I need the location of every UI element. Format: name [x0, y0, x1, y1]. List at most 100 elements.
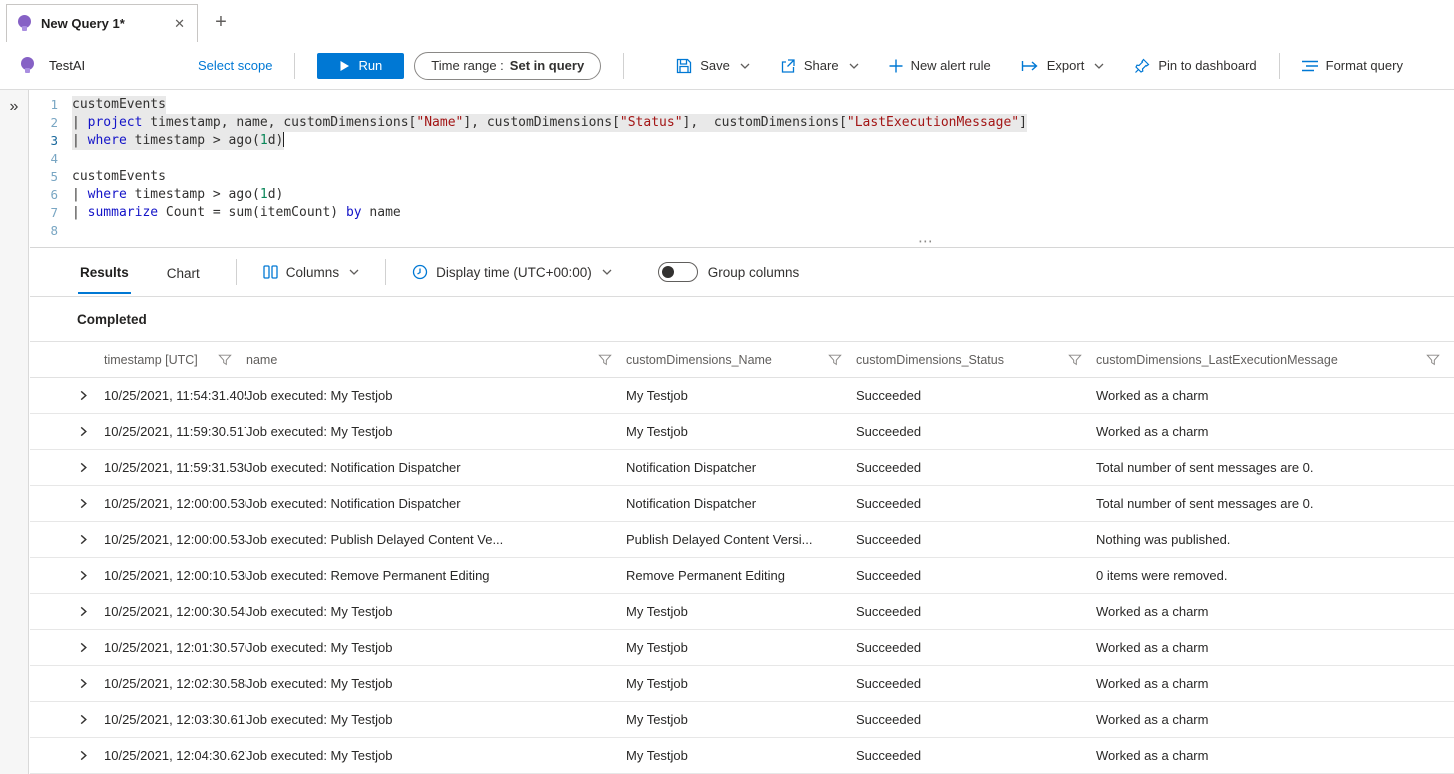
plus-icon	[889, 59, 903, 73]
table-cell: Job executed: Notification Dispatcher	[246, 496, 626, 511]
column-header[interactable]: customDimensions_LastExecutionMessage	[1096, 342, 1454, 377]
table-row[interactable]: 10/25/2021, 11:59:30.517 A...Job execute…	[30, 414, 1454, 450]
table-cell: 10/25/2021, 12:00:30.545 ...	[104, 604, 246, 619]
table-cell: Job executed: My Testjob	[246, 748, 626, 763]
filter-funnel-icon[interactable]	[598, 353, 612, 367]
table-row[interactable]: 10/25/2021, 12:02:30.588 ...Job executed…	[30, 666, 1454, 702]
format-query-button[interactable]: Format query	[1302, 58, 1403, 73]
time-range-picker[interactable]: Time range : Set in query	[414, 52, 601, 80]
run-button[interactable]: Run	[317, 53, 404, 79]
table-cell: Total number of sent messages are 0.	[1096, 460, 1454, 475]
table-cell: 10/25/2021, 11:54:31.405 A...	[104, 388, 246, 403]
code-line[interactable]: 1 customEvents	[30, 96, 1454, 114]
new-alert-rule-button[interactable]: New alert rule	[889, 58, 991, 73]
expand-row-button[interactable]	[62, 414, 104, 449]
column-header-label: timestamp [UTC]	[104, 353, 198, 367]
chevron-right-icon	[78, 390, 89, 401]
column-header[interactable]: timestamp [UTC]	[104, 342, 246, 377]
table-cell: Succeeded	[856, 424, 1096, 439]
line-number: 4	[30, 150, 58, 168]
expand-row-button[interactable]	[62, 486, 104, 521]
table-cell: 0 items were removed.	[1096, 568, 1454, 583]
code-line[interactable]: 6| where timestamp > ago(1d)	[30, 186, 1454, 204]
table-cell: Worked as a charm	[1096, 640, 1454, 655]
code-line[interactable]: 2| project timestamp, name, customDimens…	[30, 114, 1454, 132]
tab-close-icon[interactable]: ✕	[172, 16, 187, 32]
line-text[interactable]: customEvents	[72, 96, 166, 114]
line-text[interactable]: | where timestamp > ago(1d)	[72, 132, 284, 150]
query-editor[interactable]: 1customEvents2| project timestamp, name,…	[30, 90, 1454, 247]
run-label: Run	[358, 58, 382, 73]
new-tab-button[interactable]: +	[208, 10, 234, 36]
filter-funnel-icon[interactable]	[1426, 353, 1440, 367]
expand-row-button[interactable]	[62, 558, 104, 593]
save-button[interactable]: Save	[676, 58, 750, 74]
group-columns-toggle[interactable]	[658, 262, 698, 282]
table-row[interactable]: 10/25/2021, 11:59:31.530 A...Job execute…	[30, 450, 1454, 486]
table-row[interactable]: 10/25/2021, 12:04:30.627 ...Job executed…	[30, 738, 1454, 774]
table-cell: Nothing was published.	[1096, 532, 1454, 547]
line-text[interactable]: customEvents	[72, 168, 166, 186]
code-line[interactable]: 5customEvents	[30, 168, 1454, 186]
column-header[interactable]: customDimensions_Status	[856, 342, 1096, 377]
expand-pane-icon[interactable]: »	[0, 98, 28, 116]
expand-row-button[interactable]	[62, 378, 104, 413]
table-row[interactable]: 10/25/2021, 12:03:30.617 P...Job execute…	[30, 702, 1454, 738]
expand-row-button[interactable]	[62, 630, 104, 665]
table-cell: Job executed: My Testjob	[246, 424, 626, 439]
table-row[interactable]: 10/25/2021, 12:00:00.530 ...Job executed…	[30, 486, 1454, 522]
table-row[interactable]: 10/25/2021, 12:00:30.545 ...Job executed…	[30, 594, 1454, 630]
table-cell: Publish Delayed Content Versi...	[626, 532, 856, 547]
table-cell: Notification Dispatcher	[626, 496, 856, 511]
column-header[interactable]: name	[246, 342, 626, 377]
table-cell: Remove Permanent Editing	[626, 568, 856, 583]
table-cell: My Testjob	[626, 712, 856, 727]
results-table-header: timestamp [UTC] namecustomDimensions_Name…	[30, 341, 1454, 378]
table-cell: Job executed: My Testjob	[246, 388, 626, 403]
chevron-right-icon	[78, 534, 89, 545]
display-time-button[interactable]: Display time (UTC+00:00)	[412, 264, 612, 280]
filter-funnel-icon[interactable]	[1068, 353, 1082, 367]
table-cell: Worked as a charm	[1096, 748, 1454, 763]
filter-funnel-icon[interactable]	[218, 353, 232, 367]
expand-row-button[interactable]	[62, 666, 104, 701]
line-text[interactable]: | summarize Count = sum(itemCount) by na…	[72, 204, 401, 222]
tab-chart[interactable]: Chart	[165, 252, 202, 293]
line-number: 1	[30, 96, 58, 114]
select-scope-link[interactable]: Select scope	[198, 58, 272, 73]
expand-row-button[interactable]	[62, 702, 104, 737]
display-time-label: Display time (UTC+00:00)	[436, 265, 592, 280]
line-text[interactable]: | where timestamp > ago(1d)	[72, 186, 283, 204]
tab-new-query[interactable]: New Query 1* ✕	[6, 4, 198, 42]
table-cell: 10/25/2021, 12:04:30.627 ...	[104, 748, 246, 763]
code-line[interactable]: 7 | summarize Count = sum(itemCount) by n…	[30, 204, 1454, 222]
table-row[interactable]: 10/25/2021, 12:00:00.534 ...Job executed…	[30, 522, 1454, 558]
results-divider	[385, 259, 386, 285]
code-line[interactable]: 3| where timestamp > ago(1d)	[30, 132, 1454, 150]
expand-row-button[interactable]	[62, 522, 104, 557]
table-cell: Succeeded	[856, 388, 1096, 403]
table-cell: Succeeded	[856, 676, 1096, 691]
column-header[interactable]: customDimensions_Name	[626, 342, 856, 377]
export-button[interactable]: Export	[1021, 58, 1105, 73]
expand-row-button[interactable]	[62, 450, 104, 485]
table-cell: Notification Dispatcher	[626, 460, 856, 475]
code-line[interactable]: 8	[30, 222, 1454, 240]
expand-row-button[interactable]	[62, 738, 104, 773]
table-row[interactable]: 10/25/2021, 12:01:30.570 P...Job execute…	[30, 630, 1454, 666]
pin-icon	[1134, 58, 1150, 74]
tab-results[interactable]: Results	[78, 251, 131, 294]
line-text[interactable]: | project timestamp, name, customDimensi…	[72, 114, 1027, 132]
code-line[interactable]: 4	[30, 150, 1454, 168]
line-number: 7	[30, 204, 58, 222]
share-button[interactable]: Share	[780, 58, 859, 74]
columns-button[interactable]: Columns	[263, 265, 359, 280]
columns-icon	[263, 265, 278, 279]
table-cell: My Testjob	[626, 640, 856, 655]
pin-to-dashboard-button[interactable]: Pin to dashboard	[1134, 58, 1256, 74]
expand-row-button[interactable]	[62, 594, 104, 629]
table-cell: Job executed: Publish Delayed Content Ve…	[246, 532, 626, 547]
filter-funnel-icon[interactable]	[828, 353, 842, 367]
table-row[interactable]: 10/25/2021, 11:54:31.405 A...Job execute…	[30, 378, 1454, 414]
table-row[interactable]: 10/25/2021, 12:00:10.530 P...Job execute…	[30, 558, 1454, 594]
